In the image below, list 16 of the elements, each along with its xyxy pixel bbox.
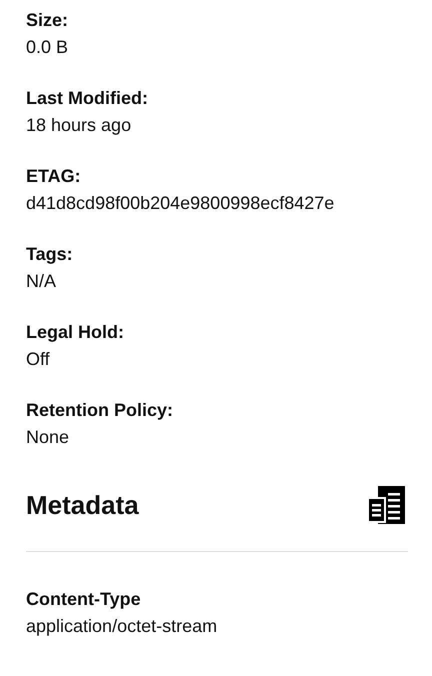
property-value: Off [26, 348, 51, 371]
property-value: 0.0 B [26, 36, 70, 59]
property-label: Size: [26, 9, 70, 32]
metadata-label: Content-Type [26, 588, 142, 611]
property-label: Retention Policy: [26, 399, 174, 422]
section-title: Metadata [26, 489, 139, 522]
property-value: d41d8cd98f00b204e9800998ecf8427e [26, 192, 336, 215]
property-label: Legal Hold: [26, 321, 125, 344]
documents-icon[interactable] [368, 485, 406, 525]
property-value: N/A [26, 270, 58, 293]
property-value: None [26, 426, 70, 449]
property-value: 18 hours ago [26, 114, 132, 137]
property-label: Last Modified: [26, 87, 149, 110]
metadata-value: application/octet-stream [26, 615, 218, 638]
property-label: ETAG: [26, 165, 82, 188]
property-label: Tags: [26, 243, 74, 266]
